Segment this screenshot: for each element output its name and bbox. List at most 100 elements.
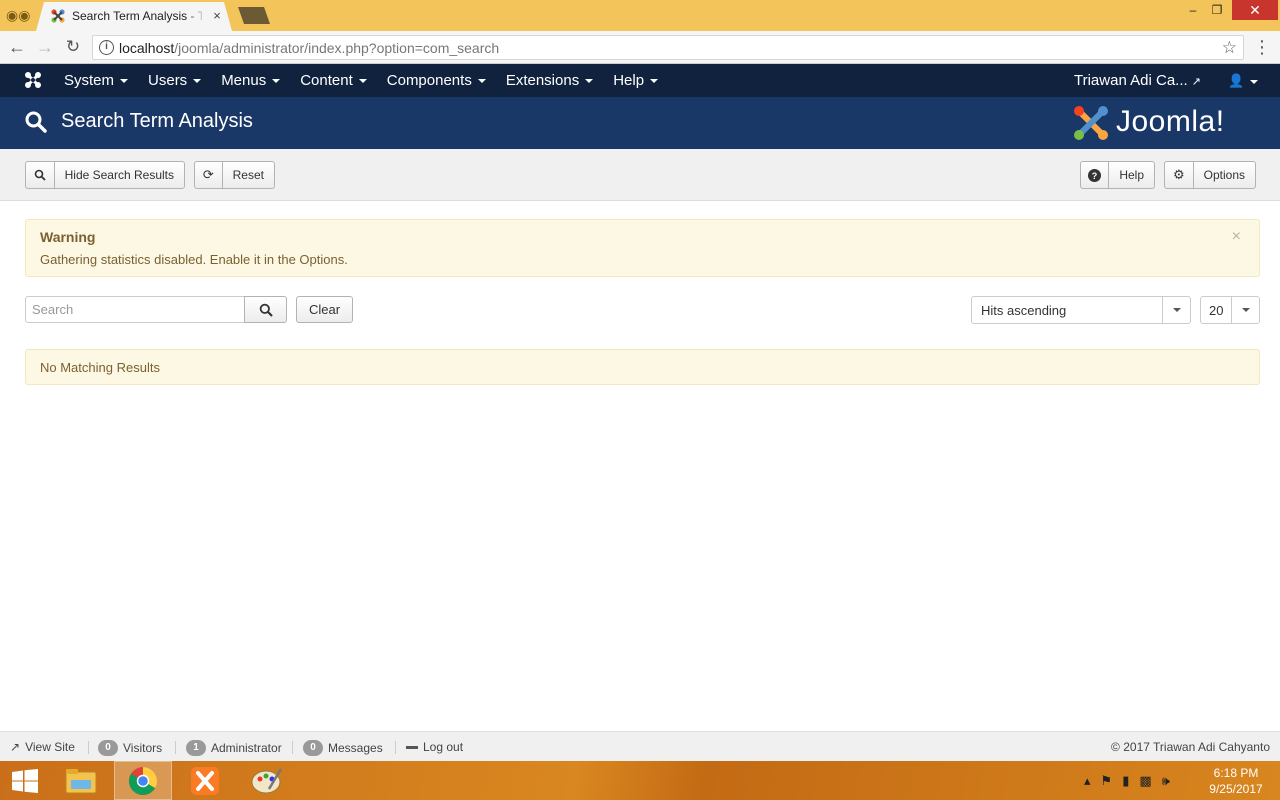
paint-palette-icon [251, 767, 283, 793]
joomla-favicon-icon [51, 9, 65, 23]
options-button[interactable]: ⚙ Options [1164, 161, 1256, 189]
menu-users-label: Users [148, 72, 188, 89]
browser-menu-icon[interactable]: ⋮ [1252, 36, 1272, 58]
incognito-icon: ◉◉ [6, 7, 31, 23]
ordering-select-value: Hits ascending [981, 303, 1067, 318]
taskbar-clock[interactable]: 6:18 PM 9/25/2017 [1205, 765, 1267, 797]
chevron-down-icon [272, 79, 281, 84]
view-site-label: View Site [25, 740, 75, 754]
options-label: Options [1203, 168, 1245, 182]
status-divider [395, 741, 396, 754]
gear-icon: ⚙ [1165, 162, 1194, 188]
window-maximize-button[interactable]: ❐ [1202, 0, 1232, 20]
administrator-label: Administrator [211, 741, 282, 755]
network-icon[interactable]: ▩ [1139, 773, 1151, 789]
help-button[interactable]: ? Help [1080, 161, 1155, 189]
menu-extensions-label: Extensions [505, 72, 580, 89]
menu-system[interactable]: System [54, 64, 138, 97]
user-menu[interactable]: 👤 [1228, 64, 1259, 97]
back-arrow-icon[interactable]: ← [6, 36, 28, 58]
menu-users[interactable]: Users [138, 64, 211, 97]
reset-button[interactable]: ⟳ Reset [194, 161, 275, 189]
volume-icon[interactable]: 🕪 [1162, 773, 1170, 789]
menu-components-label: Components [386, 72, 472, 89]
status-divider [175, 741, 176, 754]
address-bar[interactable]: i localhost/joomla/administrator/index.p… [92, 35, 1244, 60]
search-input[interactable] [25, 296, 245, 323]
copyright-text: © 2017 Triawan Adi Cahyanto [1111, 740, 1270, 754]
admin-navbar: System Users Menus Content Components Ex… [0, 64, 1280, 97]
search-icon [25, 111, 47, 133]
help-label: Help [1119, 168, 1144, 182]
action-center-flag-icon[interactable]: ⚑ [1101, 773, 1113, 789]
visitors-label: Visitors [123, 741, 163, 755]
taskbar-paint[interactable] [238, 761, 296, 800]
search-icon [26, 162, 55, 188]
alert-heading: Warning [40, 229, 96, 245]
tray-chevron-up-icon[interactable]: ▴ [1084, 773, 1091, 789]
hide-search-results-button[interactable]: Hide Search Results [25, 161, 185, 189]
menu-content[interactable]: Content [290, 64, 377, 97]
site-name-link[interactable]: Triawan Adi Ca... ↗ [1074, 64, 1201, 97]
list-limit-select[interactable]: 20 [1200, 296, 1260, 324]
ordering-select[interactable]: Hits ascending [971, 296, 1191, 324]
status-divider [88, 741, 89, 754]
forward-arrow-icon[interactable]: → [34, 36, 56, 58]
chevron-down-icon [477, 79, 486, 84]
view-site-link[interactable]: ↗ View Site [10, 740, 75, 754]
chevron-down-icon [1231, 297, 1259, 323]
chevron-down-icon [120, 79, 129, 84]
new-tab-button[interactable] [238, 7, 270, 24]
menu-help[interactable]: Help [603, 64, 668, 97]
admin-main-menu: System Users Menus Content Components Ex… [54, 64, 668, 97]
menu-components[interactable]: Components [377, 64, 496, 97]
list-limit-value: 20 [1209, 303, 1224, 318]
no-results-message: No Matching Results [40, 360, 160, 375]
windows-taskbar: ▴ ⚑ ▮ ▩ 🕪 6:18 PM 9/25/2017 [0, 761, 1280, 800]
administrator-count-badge: 1 [186, 740, 206, 756]
browser-titlebar: ◉◉ Search Term Analysis - Tr × – ❐ ✕ [0, 0, 1280, 31]
admin-statusbar: ↗ View Site 0 Visitors 1 Administrator 0… [0, 731, 1280, 761]
joomla-logo-icon [1074, 106, 1108, 140]
joomla-brand-text: Joomla! [1116, 105, 1225, 138]
url-text[interactable]: localhost/joomla/administrator/index.php… [119, 40, 499, 56]
close-icon[interactable]: × [1232, 228, 1241, 246]
joomla-home-icon[interactable] [24, 71, 42, 89]
reload-icon[interactable]: ↻ [62, 36, 84, 58]
menu-extensions[interactable]: Extensions [496, 64, 603, 97]
reset-label: Reset [232, 168, 264, 182]
administrator-status[interactable]: 1 Administrator [186, 740, 282, 756]
messages-count-badge: 0 [303, 740, 323, 756]
menu-menus[interactable]: Menus [211, 64, 290, 97]
menu-system-label: System [64, 72, 115, 89]
visitors-status[interactable]: 0 Visitors [98, 740, 162, 756]
window-close-button[interactable]: ✕ [1232, 0, 1278, 20]
tab-close-icon[interactable]: × [210, 8, 224, 24]
messages-status[interactable]: 0 Messages [303, 740, 383, 756]
clear-button[interactable]: Clear [296, 296, 353, 323]
svg-text:?: ? [1092, 171, 1098, 181]
hide-search-results-label: Hide Search Results [64, 168, 174, 182]
logout-link[interactable]: Log out [406, 740, 463, 754]
info-icon[interactable]: i [99, 40, 114, 55]
url-host: localhost [119, 40, 175, 56]
clock-date: 9/25/2017 [1209, 782, 1263, 796]
chevron-down-icon [358, 79, 367, 84]
browser-tab[interactable]: Search Term Analysis - Tr × [36, 2, 232, 31]
warning-alert: Warning Gathering statistics disabled. E… [25, 219, 1260, 277]
page-title: Search Term Analysis [61, 110, 253, 132]
search-submit-button[interactable] [244, 296, 287, 323]
tab-title: Search Term Analysis - Tr [72, 9, 202, 23]
menu-help-label: Help [613, 72, 645, 89]
chevron-down-icon [1162, 297, 1190, 323]
refresh-icon: ⟳ [195, 162, 223, 188]
taskbar-file-explorer[interactable] [52, 761, 110, 800]
power-icon[interactable]: ▮ [1122, 773, 1129, 789]
taskbar-chrome[interactable] [114, 761, 172, 800]
windows-start-icon[interactable] [12, 769, 38, 793]
chevron-down-icon [650, 79, 659, 84]
minus-icon [406, 745, 418, 749]
taskbar-xampp[interactable] [176, 761, 234, 800]
bookmark-star-icon[interactable]: ☆ [1222, 38, 1237, 58]
external-link-icon: ↗ [1191, 76, 1201, 88]
